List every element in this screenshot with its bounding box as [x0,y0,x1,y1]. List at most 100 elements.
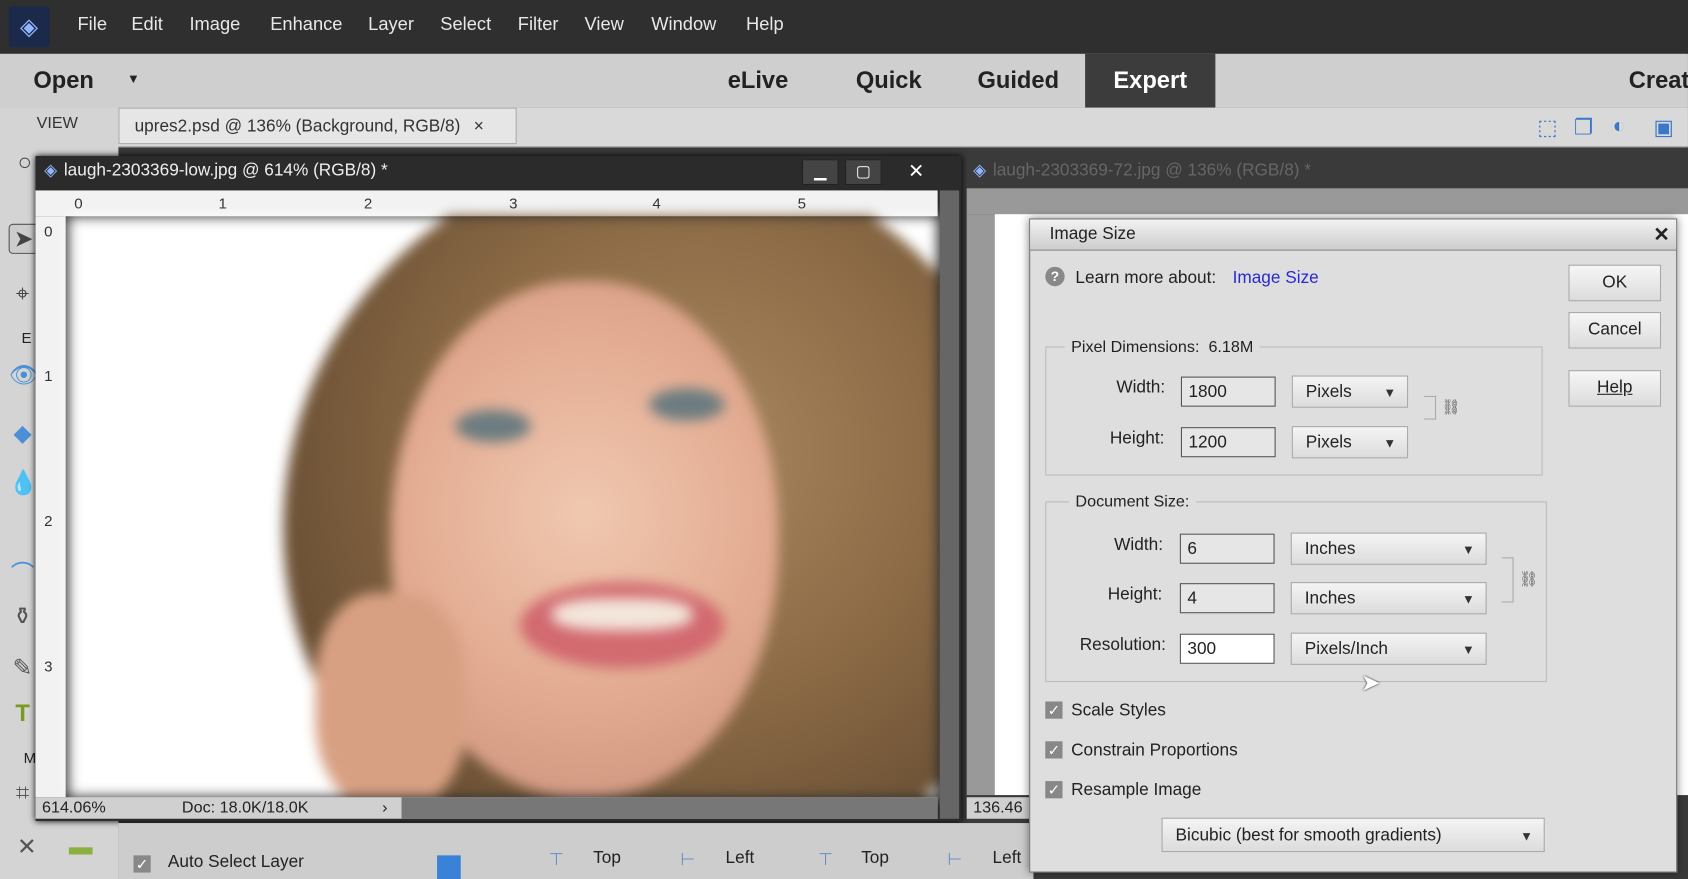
auto-select-checkbox[interactable]: ✓ [133,855,151,873]
menu-help[interactable]: Help [746,14,784,36]
resample-method-select[interactable]: Bicubic (best for smooth gradients) ▼ [1161,817,1545,853]
panel-icon[interactable]: ⬚ [1537,114,1557,141]
align-top-icon[interactable]: ⊤ [549,849,564,871]
horizontal-scrollbar[interactable] [401,797,938,819]
close-button[interactable]: ✕ [899,159,933,183]
select-value: Pixels/Inch [1304,640,1389,659]
resample-image-label[interactable]: Resample Image [1071,781,1201,800]
pixel-dimensions-value: 6.18M [1208,337,1254,357]
healing-tool-icon[interactable]: ◆ [9,420,37,448]
paint-bucket-icon[interactable]: ⚱ [9,603,37,631]
distribute-top-label[interactable]: Top [861,849,889,868]
learn-more-label: Learn more about: [1075,268,1217,288]
mode-elive[interactable]: eLive [728,67,789,95]
effects-icon[interactable]: ◐ [1613,114,1626,139]
red-eye-tool-icon[interactable]: 👁 [9,362,39,390]
resolution-input[interactable]: 300 [1179,633,1275,664]
constrain-proportions-checkbox[interactable]: ✓ [1045,741,1063,759]
arrange-icon[interactable] [437,855,461,879]
select-value: Pixels [1305,433,1352,452]
ruler-label: 0 [44,222,53,240]
tab-upres2[interactable]: upres2.psd @ 136% (Background, RGB/8) × [118,107,517,145]
open-button[interactable]: Open [33,67,94,95]
pixel-width-input[interactable]: 1800 [1180,376,1276,407]
document-titlebar[interactable]: ◈ laugh-2303369-72.jpg @ 136% (RGB/8) * [967,156,1688,186]
sharpen-tool-icon[interactable]: 💧 [9,469,39,497]
pixel-width-unit-select[interactable]: Pixels ▼ [1291,375,1409,408]
distribute-top-icon[interactable]: ⊤ [818,849,833,871]
mode-guided[interactable]: Guided [977,67,1059,95]
document-icon: ◈ [973,161,987,180]
select-value: Pixels [1305,383,1352,402]
ruler-label: 2 [44,512,53,530]
learn-more-link[interactable]: Image Size [1233,269,1319,288]
pixel-height-unit-select[interactable]: Pixels ▼ [1291,426,1409,459]
menu-select[interactable]: Select [440,14,491,36]
cancel-button[interactable]: Cancel [1568,312,1662,349]
menu-image[interactable]: Image [189,14,240,36]
open-dropdown-icon[interactable]: ▼ [127,71,140,86]
move-tool-icon[interactable]: ➤ [8,223,39,254]
vertical-scrollbar[interactable] [939,190,960,819]
create-button[interactable]: Creat [1629,67,1688,95]
ok-button[interactable]: OK [1568,264,1662,302]
scale-styles-label[interactable]: Scale Styles [1071,701,1166,720]
constrain-proportions-label[interactable]: Constrain Proportions [1071,741,1238,760]
align-left-label[interactable]: Left [726,849,755,868]
image-size-dialog: Image Size ✕ ? Learn more about: Image S… [1029,218,1678,873]
vertical-ruler: 0 1 2 3 [35,216,66,798]
menu-view[interactable]: View [585,14,624,36]
mode-expert[interactable]: Expert [1085,53,1216,108]
select-value: Bicubic (best for smooth gradients) [1175,826,1442,845]
mode-quick[interactable]: Quick [856,67,922,95]
mode-bar: Open ▼ eLive Quick Guided Expert Creat [0,53,1688,108]
resolution-unit-select[interactable]: Pixels/Inch ▼ [1290,632,1487,665]
menu-layer[interactable]: Layer [368,14,414,36]
menu-enhance[interactable]: Enhance [270,14,342,36]
crop-tool-icon[interactable]: ⌗ [9,779,37,807]
brush-tool-icon[interactable]: ⌒ [9,555,37,588]
link-bracket [1424,395,1437,420]
doc-width-unit-select[interactable]: Inches ▼ [1290,532,1487,565]
toolbox-modify-label: M [23,748,37,767]
menu-file[interactable]: File [78,14,108,36]
dialog-close-icon[interactable]: ✕ [1653,219,1669,249]
distribute-left-icon[interactable]: ⊢ [947,849,962,871]
dialog-titlebar[interactable]: Image Size ✕ [1030,219,1677,251]
layers-icon[interactable]: ❐ [1574,114,1593,141]
align-left-icon[interactable]: ⊢ [680,849,695,871]
doc-height-unit-select[interactable]: Inches ▼ [1290,582,1487,615]
status-bar: 614.06% Doc: 18.0K/18.0K › [35,797,938,819]
type-tool-icon[interactable]: T [9,699,37,727]
pixel-height-label: Height: [1109,429,1165,448]
help-button[interactable]: Help [1568,370,1662,407]
scale-styles-checkbox[interactable]: ✓ [1045,701,1063,719]
minimize-button[interactable]: ▁ [801,159,839,186]
document-titlebar[interactable]: ◈ laugh-2303369-low.jpg @ 614% (RGB/8) * … [35,156,962,189]
document-title: laugh-2303369-72.jpg @ 136% (RGB/8) * [992,161,1312,180]
pixel-height-input[interactable]: 1200 [1180,427,1276,458]
ruler-label: 0 [74,194,83,212]
graphics-icon[interactable]: ▣ [1654,114,1674,141]
chevron-down-icon: ▼ [1520,828,1533,844]
selection-tool-icon[interactable]: ⌖ [9,280,37,308]
ruler-label: 5 [797,194,807,212]
zoom-level[interactable]: 614.06% [42,797,106,819]
align-top-label[interactable]: Top [593,849,621,868]
resample-image-checkbox[interactable]: ✓ [1045,781,1063,799]
doc-height-input[interactable]: 4 [1179,583,1275,614]
menu-filter[interactable]: Filter [518,14,559,36]
straighten-icon[interactable]: ▬ [67,833,95,861]
maximize-button[interactable]: ▢ [845,159,882,186]
canvas-photo[interactable] [67,216,938,798]
chain-link-icon: ⛓ [1441,398,1461,416]
ruler-label: 1 [218,194,227,212]
transform-icon[interactable]: ✕ [13,833,41,861]
status-menu-arrow-icon[interactable]: › [382,797,387,819]
tab-close-icon[interactable]: × [474,117,484,135]
menu-edit[interactable]: Edit [131,14,163,36]
doc-width-input[interactable]: 6 [1179,533,1275,564]
pencil-tool-icon[interactable]: ✎ [9,654,37,682]
distribute-left-label[interactable]: Left [993,849,1022,868]
menu-window[interactable]: Window [651,14,716,36]
